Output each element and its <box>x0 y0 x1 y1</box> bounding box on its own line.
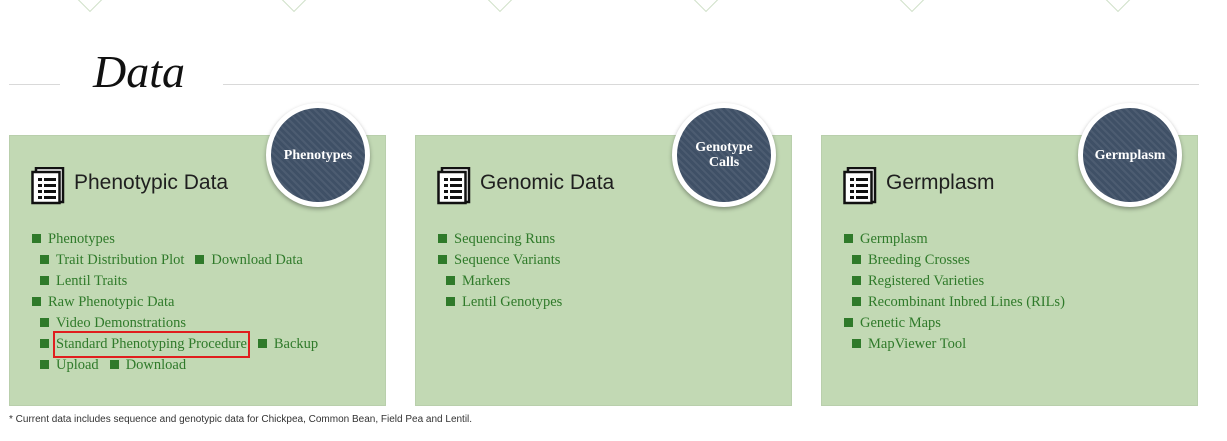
bullet-icon <box>438 234 447 243</box>
link-raw-phenotypic-data[interactable]: Raw Phenotypic Data <box>48 292 174 313</box>
bullet-icon <box>40 255 49 264</box>
list-item: Sequence Variants <box>438 249 567 270</box>
phenotypes-badge-link[interactable]: Phenotypes <box>266 103 370 207</box>
list-item: Breeding Crosses <box>852 249 977 270</box>
top-decoration <box>0 0 1227 13</box>
list-item: Video Demonstrations <box>40 312 193 333</box>
bullet-icon <box>195 255 205 264</box>
bullet-icon <box>32 297 41 306</box>
link-mapviewer-tool[interactable]: MapViewer Tool <box>868 334 966 355</box>
link-sequence-variants[interactable]: Sequence Variants <box>454 250 560 271</box>
diamond-marker <box>1103 0 1133 13</box>
link-recombinant-inbred-lines[interactable]: Recombinant Inbred Lines (RILs) <box>868 292 1065 313</box>
bullet-icon <box>40 318 49 327</box>
link-sequencing-runs[interactable]: Sequencing Runs <box>454 229 555 250</box>
link-breeding-crosses[interactable]: Breeding Crosses <box>868 250 970 271</box>
list-item: MapViewer Tool <box>852 333 973 354</box>
link-download-data[interactable]: Download Data <box>211 250 302 271</box>
list-item: Registered Varieties <box>852 270 991 291</box>
list-item: Germplasm <box>844 228 935 249</box>
link-download[interactable]: Download <box>126 355 186 376</box>
panel-title: Phenotypic Data <box>74 171 229 194</box>
list-item: Sequencing Runs <box>438 228 562 249</box>
footnote: * Current data includes sequence and gen… <box>9 414 473 425</box>
link-upload[interactable]: Upload <box>56 355 99 376</box>
bullet-icon <box>32 234 41 243</box>
genotype-calls-badge-link[interactable]: Genotype Calls <box>672 103 776 207</box>
link-lentil-genotypes[interactable]: Lentil Genotypes <box>462 292 562 313</box>
bullet-icon <box>109 360 119 369</box>
panel-title: Genomic Data <box>480 171 615 194</box>
diamond-marker <box>897 0 927 13</box>
bullet-icon <box>844 318 853 327</box>
list-item: Genetic Maps <box>844 312 948 333</box>
link-backup[interactable]: Backup <box>274 334 318 355</box>
list-item: Raw Phenotypic Data <box>32 291 181 312</box>
bullet-icon <box>446 276 455 285</box>
link-genetic-maps[interactable]: Genetic Maps <box>860 313 941 334</box>
document-list-icon <box>843 167 877 205</box>
diamond-marker <box>485 0 515 13</box>
link-registered-varieties[interactable]: Registered Varieties <box>868 271 984 292</box>
panel-germplasm: Germplasm Germplasm Germplasm Breeding C… <box>821 103 1198 406</box>
bullet-icon <box>40 339 49 348</box>
document-list-icon <box>437 167 471 205</box>
bullet-icon <box>844 234 853 243</box>
link-video-demonstrations[interactable]: Video Demonstrations <box>56 313 186 334</box>
bullet-icon <box>40 360 49 369</box>
diamond-marker <box>691 0 721 13</box>
page-title: Data <box>93 46 185 97</box>
list-item: Lentil Traits <box>40 270 134 291</box>
bullet-icon <box>438 255 447 264</box>
link-markers[interactable]: Markers <box>462 271 510 292</box>
bullet-icon <box>257 339 267 348</box>
link-lentil-traits[interactable]: Lentil Traits <box>56 271 127 292</box>
list-item: Recombinant Inbred Lines (RILs) <box>852 291 1072 312</box>
badge-label: Germplasm <box>1094 147 1166 163</box>
link-germplasm[interactable]: Germplasm <box>860 229 928 250</box>
diamond-marker <box>279 0 309 13</box>
panel-genomic-data: Genomic Data Genotype Calls Sequencing R… <box>415 103 792 406</box>
germplasm-badge-link[interactable]: Germplasm <box>1078 103 1182 207</box>
panel-title: Germplasm <box>886 171 995 194</box>
document-list-icon <box>31 167 65 205</box>
list-item: Phenotypes <box>32 228 122 249</box>
panel-phenotypic-data: Phenotypic Data Phenotypes Phenotypes Tr… <box>9 103 386 406</box>
list-item: Upload Download <box>40 354 193 375</box>
bullet-icon <box>852 276 861 285</box>
bullet-icon <box>40 276 49 285</box>
bullet-icon <box>852 339 861 348</box>
list-item: Markers <box>446 270 517 291</box>
bullet-icon <box>852 297 861 306</box>
list-item: Standard Phenotyping Procedure Backup <box>40 331 325 358</box>
link-trait-distribution-plot[interactable]: Trait Distribution Plot <box>56 250 184 271</box>
diamond-marker <box>75 0 105 13</box>
badge-label: Genotype Calls <box>695 140 753 170</box>
list-item: Lentil Genotypes <box>446 291 569 312</box>
link-standard-phenotyping-procedure[interactable]: Standard Phenotyping Procedure <box>53 331 250 358</box>
badge-label: Phenotypes <box>283 147 353 163</box>
bullet-icon <box>852 255 861 264</box>
link-phenotypes[interactable]: Phenotypes <box>48 229 115 250</box>
list-item: Trait Distribution Plot Download Data <box>40 249 310 270</box>
bullet-icon <box>446 297 455 306</box>
